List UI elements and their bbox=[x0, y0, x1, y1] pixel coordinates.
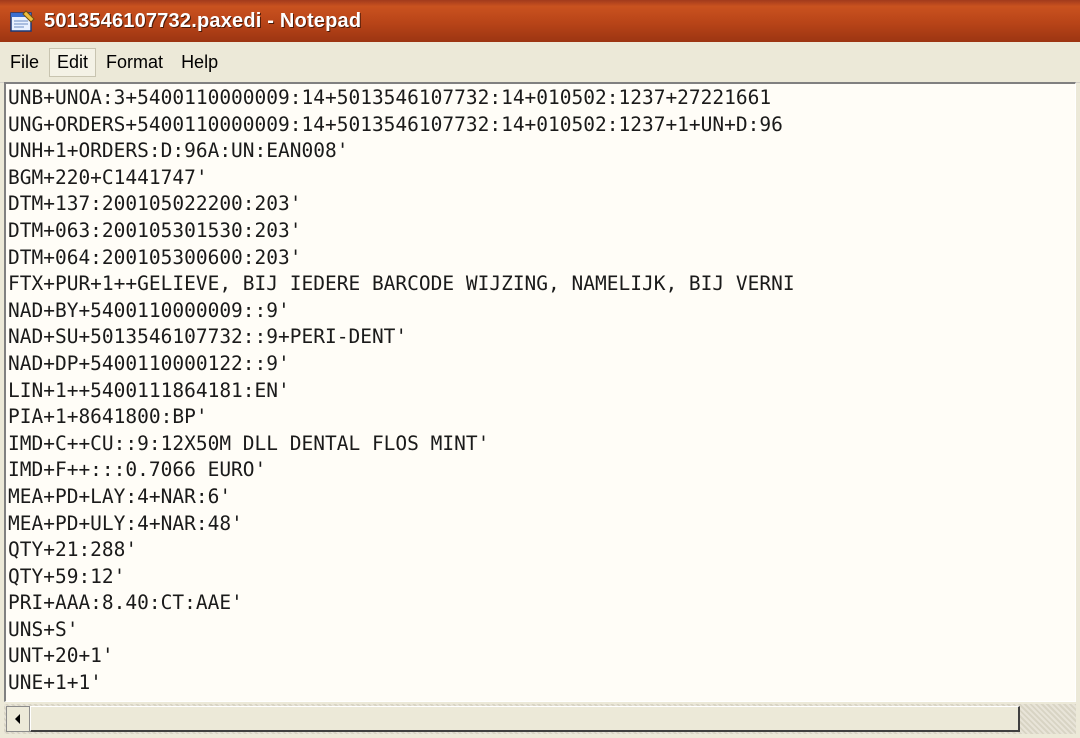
text-line: LIN+1++5400111864181:EN' bbox=[8, 378, 290, 402]
text-line: DTM+064:200105300600:203' bbox=[8, 245, 302, 269]
text-line: FTX+PUR+1++GELIEVE, BIJ IEDERE BARCODE W… bbox=[8, 272, 795, 296]
horizontal-scrollbar[interactable] bbox=[4, 704, 1076, 734]
window-title: 5013546107732.paxedi - Notepad bbox=[44, 9, 362, 32]
text-line: QTY+59:12' bbox=[8, 564, 126, 588]
text-line: IMD+F++:::0.7066 EURO' bbox=[8, 458, 267, 482]
text-line: UNS+S' bbox=[8, 617, 79, 641]
menu-edit[interactable]: Edit bbox=[49, 47, 97, 77]
scroll-left-button[interactable] bbox=[6, 706, 30, 732]
text-line: UNH+1+ORDERS:D:96A:UN:EAN008' bbox=[8, 139, 349, 163]
text-line: PIA+1+8641800:BP' bbox=[8, 405, 208, 429]
text-line: DTM+137:200105022200:203' bbox=[8, 192, 302, 216]
text-line: UNB+UNOA:3+5400110000009:14+501354610773… bbox=[8, 86, 772, 109]
menu-format[interactable]: Format bbox=[98, 48, 171, 77]
text-line: DTM+063:200105301530:203' bbox=[8, 218, 302, 242]
scroll-thumb[interactable] bbox=[30, 706, 1020, 732]
menu-bar: File Edit Format Help bbox=[0, 42, 1080, 83]
text-line: NAD+DP+5400110000122::9' bbox=[8, 351, 290, 375]
text-line: NAD+BY+5400110000009::9' bbox=[8, 298, 290, 322]
text-line: BGM+220+C1441747' bbox=[8, 165, 208, 189]
text-line: MEA+PD+ULY:4+NAR:48' bbox=[8, 511, 243, 535]
text-line: UNE+1+1' bbox=[8, 671, 102, 695]
text-line: UNG+ORDERS+5400110000009:14+501354610773… bbox=[8, 112, 783, 136]
menu-help[interactable]: Help bbox=[173, 48, 226, 77]
text-line: NAD+SU+5013546107732::9+PERI-DENT' bbox=[8, 325, 408, 349]
arrow-left-icon bbox=[15, 714, 20, 724]
menu-file[interactable]: File bbox=[2, 48, 47, 77]
text-line: QTY+21:288' bbox=[8, 538, 138, 562]
text-line: PRI+AAA:8.40:CT:AAE' bbox=[8, 591, 243, 615]
document-text[interactable]: UNB+UNOA:3+5400110000009:14+501354610773… bbox=[8, 85, 1075, 701]
text-line: IMD+C++CU::9:12X50M DLL DENTAL FLOS MINT… bbox=[8, 431, 490, 455]
text-line: MEA+PD+LAY:4+NAR:6' bbox=[8, 484, 232, 508]
title-bar[interactable]: 5013546107732.paxedi - Notepad bbox=[0, 0, 1080, 42]
text-line: UNT+20+1' bbox=[8, 644, 114, 668]
text-editor[interactable]: UNB+UNOA:3+5400110000009:14+501354610773… bbox=[4, 82, 1076, 702]
notepad-icon bbox=[8, 9, 36, 33]
notepad-window: 5013546107732.paxedi - Notepad File Edit… bbox=[0, 0, 1080, 738]
